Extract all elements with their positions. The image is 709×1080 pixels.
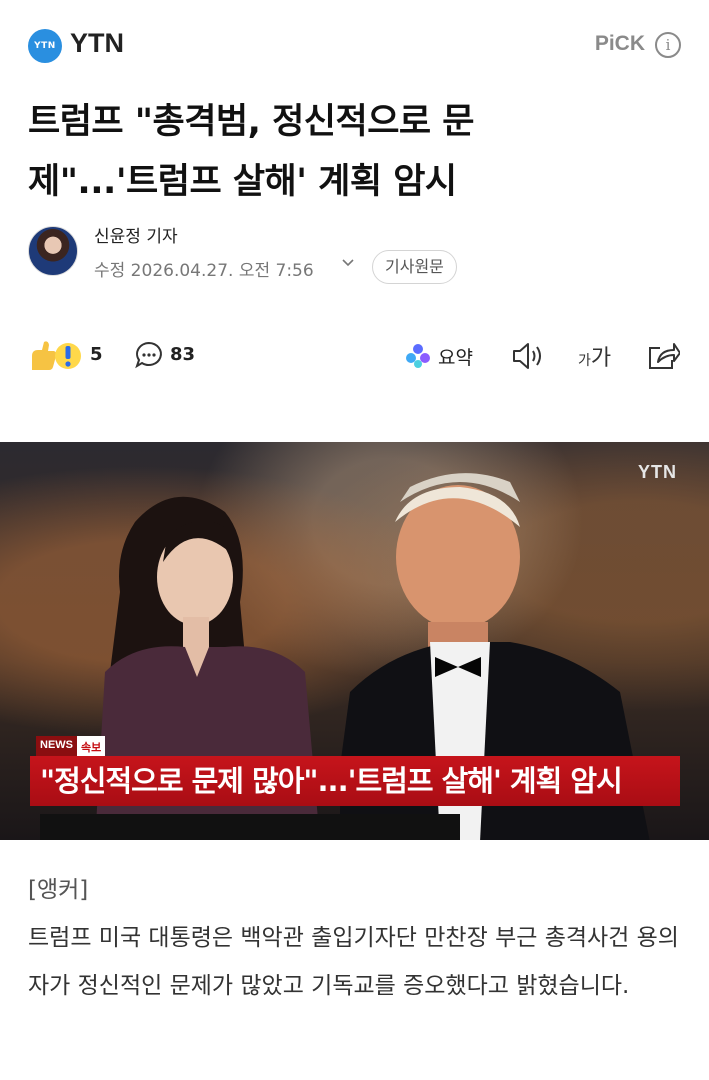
font-size-icon[interactable]: 가가 — [578, 340, 611, 372]
article-headline: 트럼프 "총격범, 정신적으로 문 제"...'트럼프 살해' 계획 암시 — [28, 92, 628, 212]
article-paragraph: 트럼프 미국 대통령은 백악관 출입기자단 만찬장 부근 총격사건 용의자가 정… — [28, 925, 679, 999]
share-icon[interactable] — [646, 340, 680, 372]
speaker-icon[interactable] — [510, 340, 546, 372]
breaking-label: 속보 — [77, 736, 106, 756]
reaction-icon[interactable] — [28, 338, 84, 374]
headline-line-2: 제"...'트럼프 살해' 계획 암시 — [28, 162, 457, 202]
reporter-name[interactable]: 신윤정 기자 — [94, 222, 178, 247]
headline-line-1: 트럼프 "총격범, 정신적으로 문 — [28, 102, 475, 142]
summary-label[interactable]: 요약 — [438, 343, 473, 370]
original-article-button[interactable]: 기사원문 — [372, 250, 457, 284]
comment-icon[interactable] — [134, 340, 164, 370]
press-name[interactable]: YTN — [70, 28, 124, 59]
article-header: YTN YTN PiCK i — [0, 0, 709, 92]
news-tag: NEWS 속보 — [36, 736, 106, 756]
article-toolbar: 5 83 요약 가가 — [0, 330, 709, 382]
press-logo-badge[interactable]: YTN — [28, 29, 62, 63]
pick-label: PiCK — [594, 32, 645, 55]
article-body: [앵커] 트럼프 미국 대통령은 백악관 출입기자단 만찬장 부근 총격사건 용… — [28, 866, 688, 1010]
news-label: NEWS — [36, 736, 77, 756]
comment-count[interactable]: 83 — [170, 344, 195, 365]
anchor-label: [앵커] — [28, 877, 89, 903]
summary-icon[interactable] — [404, 342, 432, 370]
news-video-thumbnail[interactable]: YTN NEWS 속보 "정신적으로 문제 많아"...'트럼프 살해' 계획 … — [0, 442, 709, 840]
chevron-down-icon[interactable] — [340, 254, 356, 274]
font-size-large-label: 가 — [590, 346, 612, 371]
reporter-info: 신윤정 기자 수정 2026.04.27. 오전 7:56 기사원문 — [28, 222, 688, 286]
news-desk — [40, 814, 460, 840]
news-caption-ticker: "정신적으로 문제 많아"...'트럼프 살해' 계획 암시 — [30, 756, 680, 806]
reaction-count[interactable]: 5 — [90, 344, 103, 365]
info-icon[interactable]: i — [655, 32, 681, 58]
reporter-avatar[interactable] — [28, 226, 78, 276]
font-size-small-label: 가 — [578, 353, 591, 369]
article-date: 수정 2026.04.27. 오전 7:56 — [94, 261, 314, 281]
